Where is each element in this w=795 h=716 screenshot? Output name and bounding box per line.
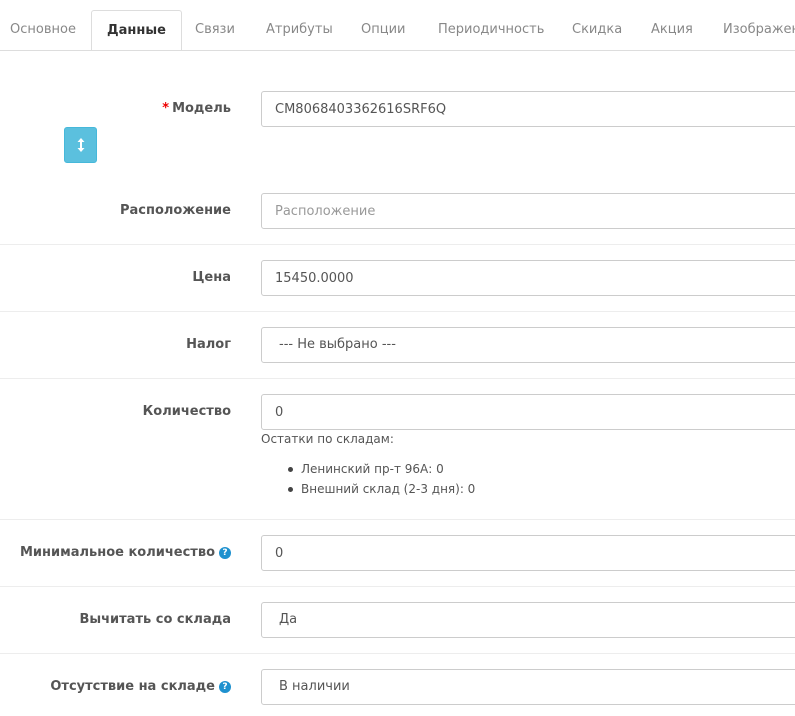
stock-title: Остатки по складам:	[261, 432, 394, 446]
min-quantity-input[interactable]	[261, 535, 795, 571]
out-of-stock-label: Отсутствие на складе?	[50, 679, 231, 694]
subtract-label: Вычитать со склада	[79, 612, 231, 627]
quantity-input[interactable]	[261, 394, 795, 430]
out-of-stock-select[interactable]: В наличии	[261, 669, 795, 705]
location-input[interactable]	[261, 193, 795, 229]
list-item: Внешний склад (2-3 дня): 0	[288, 479, 475, 499]
tab-bar: Основное Данные Связи Атрибуты Опции Пер…	[0, 0, 795, 51]
tab-attributes[interactable]: Атрибуты	[266, 10, 333, 50]
stock-list: Ленинский пр-т 96А: 0 Внешний склад (2-3…	[288, 459, 475, 499]
divider	[0, 378, 795, 379]
quantity-label: Количество	[142, 404, 231, 419]
tab-options[interactable]: Опции	[361, 10, 405, 50]
tax-label: Налог	[186, 337, 231, 352]
question-circle-icon[interactable]: ?	[219, 547, 231, 559]
model-input[interactable]	[261, 91, 795, 127]
tab-recurring[interactable]: Периодичность	[438, 10, 544, 50]
list-item: Ленинский пр-т 96А: 0	[288, 459, 475, 479]
location-label: Расположение	[119, 203, 231, 218]
divider	[0, 586, 795, 587]
price-input[interactable]	[261, 260, 795, 296]
required-mark: *	[162, 101, 170, 116]
divider	[0, 519, 795, 520]
tax-select[interactable]: --- Не выбрано ---	[261, 327, 795, 363]
sort-button[interactable]	[64, 127, 97, 163]
min-quantity-label: Минимальное количество?	[20, 545, 231, 560]
tab-images[interactable]: Изображения	[723, 10, 795, 50]
tab-general[interactable]: Основное	[10, 10, 76, 50]
subtract-select[interactable]: Да	[261, 602, 795, 638]
sort-vertical-icon	[77, 137, 84, 152]
question-circle-icon[interactable]: ?	[219, 681, 231, 693]
price-label: Цена	[192, 270, 231, 285]
divider	[0, 244, 795, 245]
tab-links[interactable]: Связи	[195, 10, 235, 50]
divider	[0, 653, 795, 654]
divider	[0, 311, 795, 312]
tab-special[interactable]: Акция	[651, 10, 693, 50]
tab-discount[interactable]: Скидка	[572, 10, 622, 50]
tab-data[interactable]: Данные	[91, 10, 182, 50]
model-label: * Модель	[162, 101, 231, 116]
